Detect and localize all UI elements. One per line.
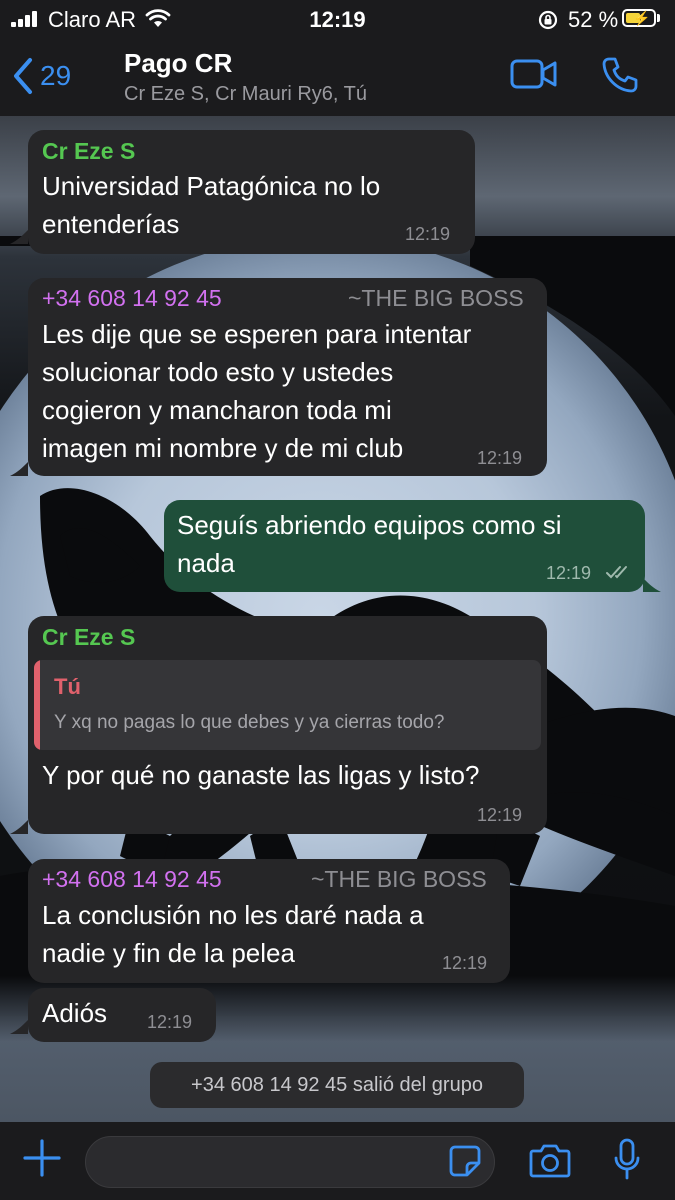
sender-name[interactable]: Cr Eze S <box>42 624 135 651</box>
message-time: 12:19 <box>405 224 451 244</box>
group-title[interactable]: Pago CR <box>124 48 232 79</box>
status-bar: Claro AR 12:19 52 % ⚡ <box>0 0 675 38</box>
group-participants[interactable]: Cr Eze S, Cr Mauri Ry6, Tú <box>124 83 367 106</box>
chevron-left-icon <box>14 58 32 94</box>
message-text-line: nada <box>177 548 235 578</box>
quote-accent-bar <box>34 660 40 750</box>
sender-name[interactable]: Cr Eze S <box>42 138 135 165</box>
chat-header: 29 Pago CR Cr Eze S, Cr Mauri Ry6, Tú <box>0 38 675 116</box>
message-text-line: imagen mi nombre y de mi club <box>42 433 404 463</box>
microphone-icon[interactable] <box>613 1138 641 1182</box>
sender-name[interactable]: +34 608 14 92 45 <box>42 866 222 893</box>
sender-alias: ~THE BIG BOSS <box>348 285 524 311</box>
incoming-message[interactable]: +34 608 14 92 45 ~THE BIG BOSS La conclu… <box>28 859 510 983</box>
video-call-icon[interactable] <box>510 58 558 90</box>
message-text-line: Y por qué no ganaste las ligas y listo? <box>42 760 480 790</box>
message-time: 12:19 <box>477 448 523 468</box>
unread-count: 29 <box>40 60 72 91</box>
plus-icon[interactable] <box>22 1138 62 1178</box>
system-message: +34 608 14 92 45 salió del grupo <box>150 1062 524 1108</box>
message-text-line: solucionar todo esto y ustedes <box>42 357 394 387</box>
outgoing-message[interactable]: Seguís abriendo equipos como si nada 12:… <box>164 500 645 592</box>
bubble-tail <box>10 820 28 834</box>
message-text-line: Adiós <box>42 998 108 1028</box>
message-text-line: cogieron y mancharon toda mi <box>42 395 392 425</box>
double-check-icon <box>606 566 627 579</box>
incoming-message[interactable]: Adiós 12:19 <box>28 988 216 1042</box>
phone-call-icon[interactable] <box>601 56 639 94</box>
incoming-message[interactable]: +34 608 14 92 45 ~THE BIG BOSS Les dije … <box>28 278 547 476</box>
battery-icon: ⚡ <box>622 9 656 27</box>
battery-percent: 52 % <box>568 7 619 32</box>
camera-icon[interactable] <box>529 1142 571 1178</box>
bubble-tail <box>643 578 661 592</box>
back-button[interactable]: 29 <box>12 56 71 96</box>
sender-name[interactable]: +34 608 14 92 45 <box>42 285 222 312</box>
incoming-message[interactable]: Cr Eze S Universidad Patagónica no lo en… <box>28 130 475 254</box>
battery-tip <box>657 14 660 22</box>
message-text-line: entenderías <box>42 209 180 239</box>
message-time: 12:19 <box>442 953 488 973</box>
charging-bolt-icon: ⚡ <box>633 10 651 26</box>
message-text-line: nadie y fin de la pelea <box>42 938 295 968</box>
quoted-message[interactable]: Tú Y xq no pagas lo que debes y ya cierr… <box>34 660 541 750</box>
message-text-line: Les dije que se esperen para intentar <box>42 319 472 349</box>
message-input[interactable] <box>85 1136 495 1188</box>
message-time: 12:19 <box>546 563 592 583</box>
quote-author: Tú <box>54 674 81 699</box>
message-time: 12:19 <box>147 1012 193 1032</box>
sticker-icon[interactable] <box>448 1144 482 1178</box>
message-time: 12:19 <box>477 805 523 825</box>
sender-alias: ~THE BIG BOSS <box>311 866 487 892</box>
input-bar <box>0 1122 675 1200</box>
bubble-tail <box>10 230 28 244</box>
message-text-line: La conclusión no les daré nada a <box>42 900 424 930</box>
message-text-line: Seguís abriendo equipos como si <box>177 510 562 540</box>
message-text-line: Universidad Patagónica no lo <box>42 171 381 201</box>
quote-text: Y xq no pagas lo que debes y ya cierras … <box>54 712 445 733</box>
incoming-message[interactable]: Cr Eze S Tú Y xq no pagas lo que debes y… <box>28 616 547 834</box>
orientation-lock-icon <box>538 10 558 30</box>
bubble-tail <box>10 1020 28 1034</box>
bubble-tail <box>10 462 28 476</box>
